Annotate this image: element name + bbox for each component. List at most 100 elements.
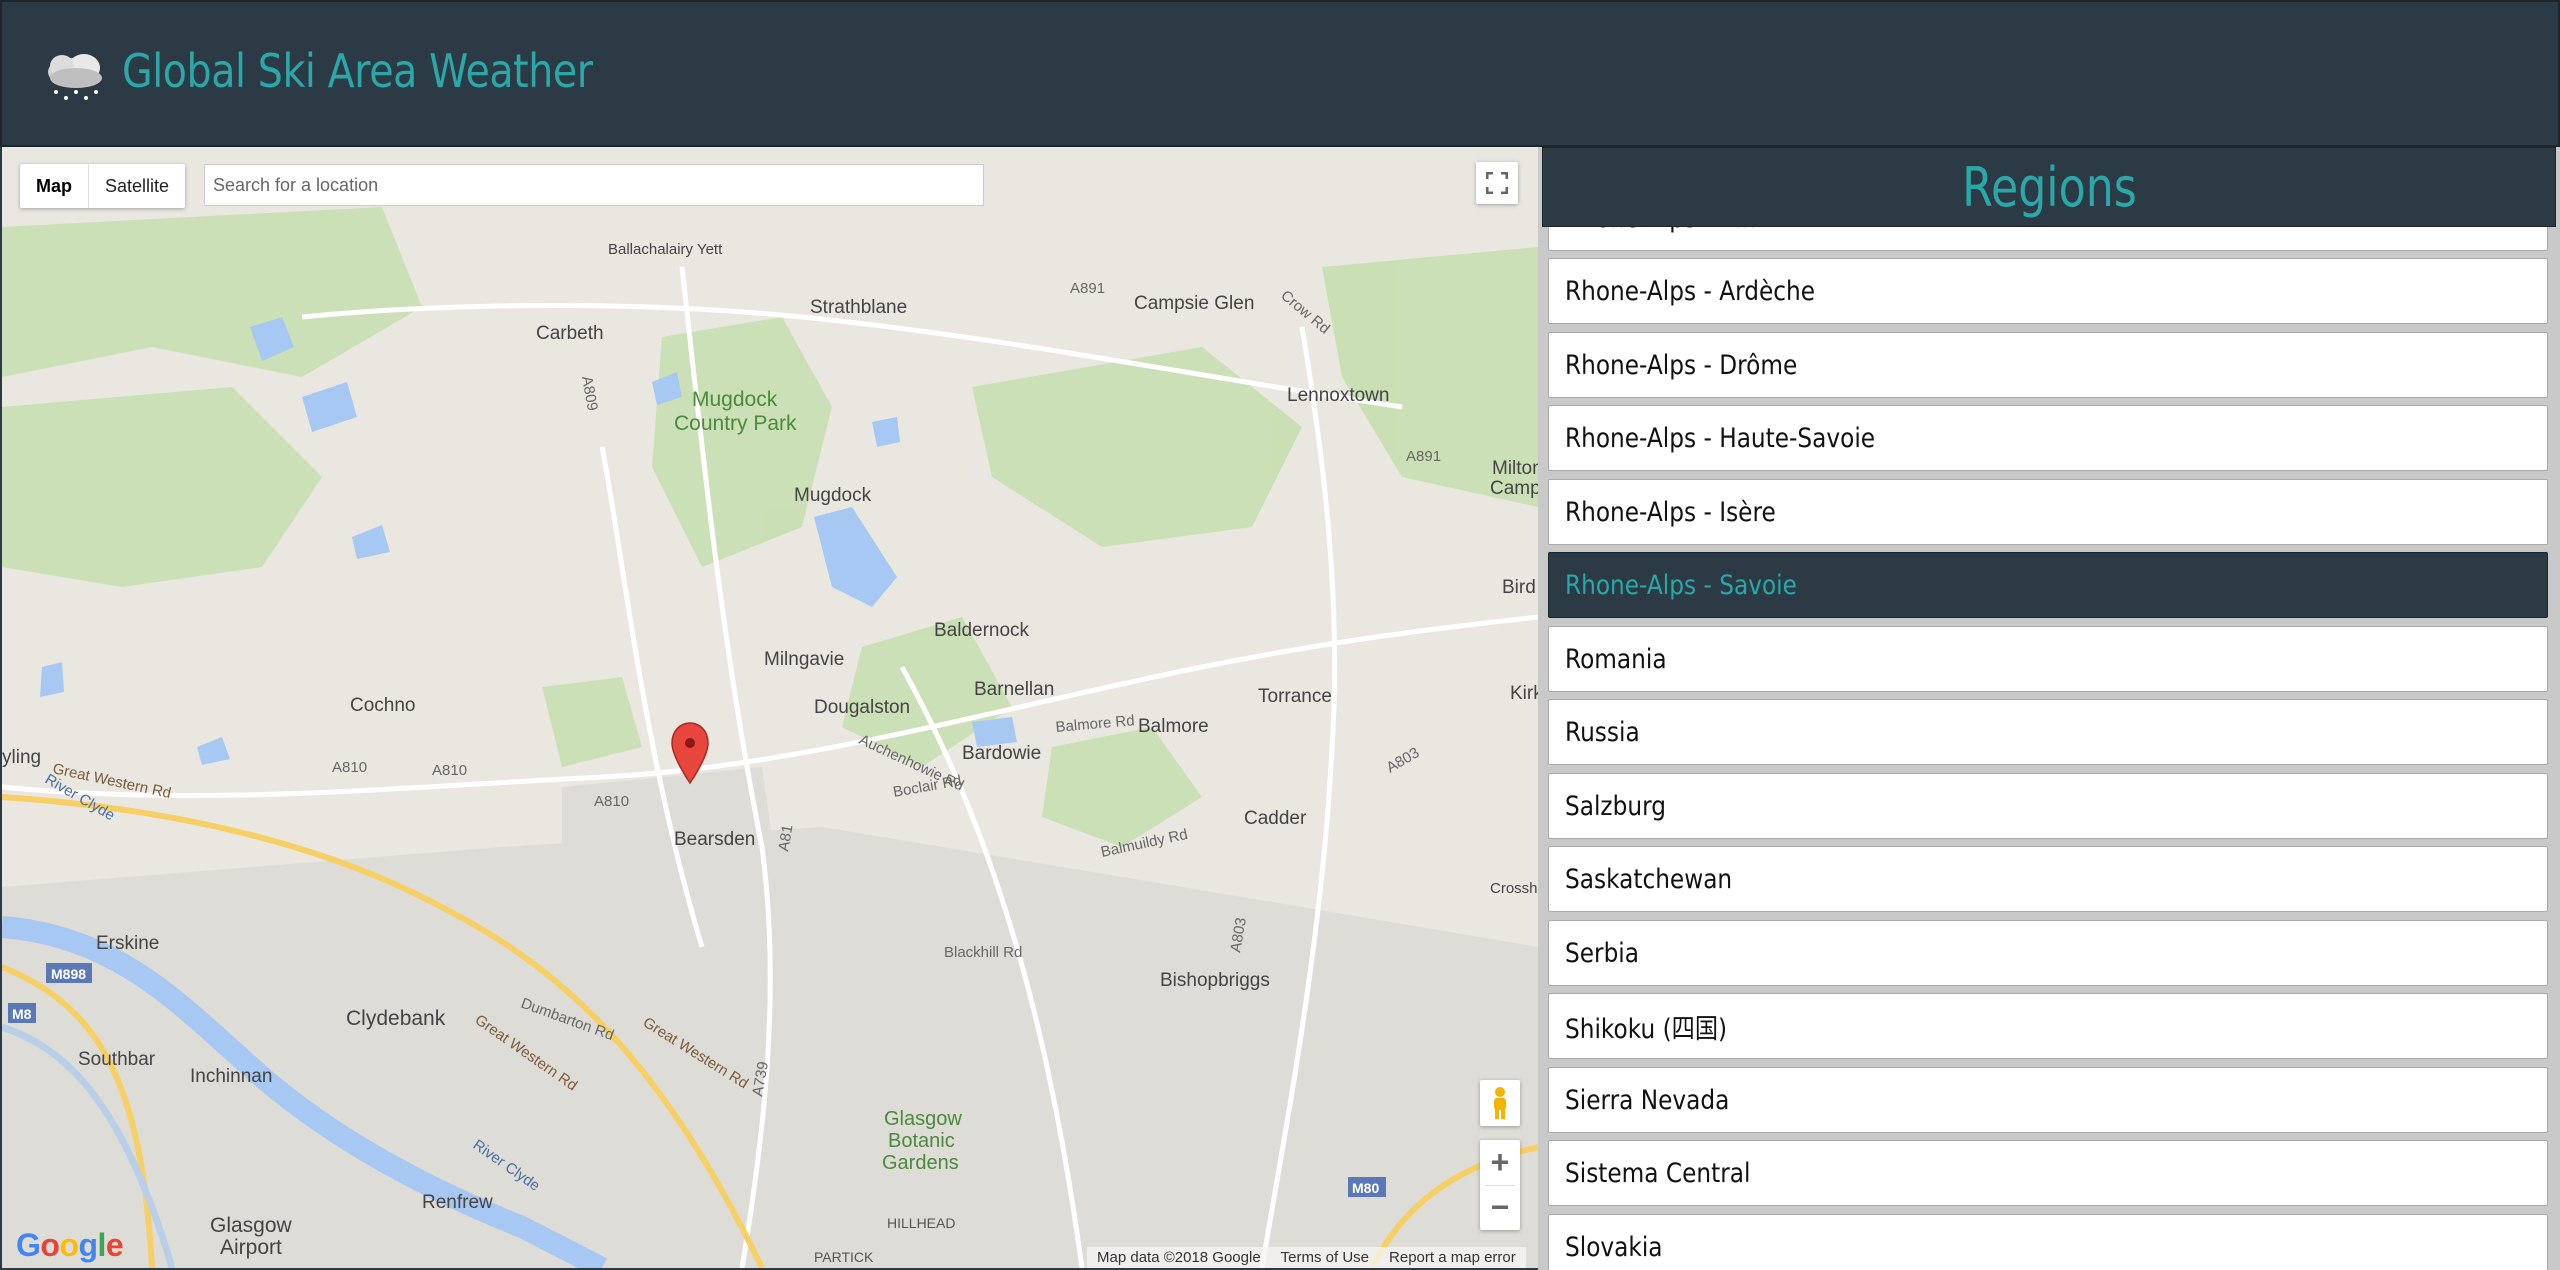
map-attribution: Map data ©2018 Google Terms of Use Repor… (1087, 1247, 1526, 1268)
map-label: Kirki (1510, 683, 1538, 704)
region-item[interactable]: Saskatchewan (1548, 846, 2548, 912)
map-label: Cochno (350, 695, 416, 716)
map-label: Bearsden (674, 829, 755, 850)
map-label: Inchinnan (190, 1066, 272, 1087)
regions-header: Regions (1542, 147, 2556, 227)
map-label: Milton (1492, 458, 1538, 479)
map-label: Baldernock (934, 620, 1030, 641)
map-label: Southbar (78, 1049, 156, 1070)
region-item[interactable]: Slovakia (1548, 1214, 2548, 1270)
region-label: Romania (1565, 643, 1667, 675)
map-label: Lennoxtown (1287, 385, 1389, 406)
pegman-icon (1494, 1087, 1506, 1119)
region-item[interactable]: Rhone-Alps - Ardèche (1548, 258, 2548, 324)
region-label: Russia (1565, 716, 1640, 748)
street-view-pegman[interactable] (1480, 1080, 1520, 1126)
region-label: Rhone-Alps - Ardèche (1565, 275, 1816, 307)
map-type-control: Map Satellite (20, 164, 186, 208)
map-label: Mugdock (692, 388, 778, 411)
region-label: Serbia (1565, 937, 1640, 969)
region-label: Rhone-Alps - Haute-Savoie (1565, 422, 1876, 454)
map-label: HILLHEAD (887, 1215, 955, 1231)
road-label: A891 (1406, 448, 1441, 465)
region-item[interactable]: Russia (1548, 699, 2548, 765)
map-area[interactable]: Ballachalairy Yett Strathblane Campsie G… (2, 147, 1538, 1268)
fullscreen-button[interactable] (1476, 162, 1518, 204)
road-label: A809 (578, 375, 601, 412)
map-label: Bishopbriggs (1160, 970, 1270, 991)
map-label: Botanic (888, 1130, 955, 1152)
region-label: Rhone-Alps - Savoie (1565, 569, 1797, 601)
region-label: Rhone-Alps - Isère (1565, 496, 1776, 528)
region-label: Rhone-Alps - Drôme (1565, 349, 1798, 381)
map-label: Ballachalairy Yett (608, 241, 723, 258)
region-item[interactable]: Rhone-Alps - Drôme (1548, 332, 2548, 398)
location-search-input[interactable] (204, 164, 984, 206)
road-label: A891 (1070, 280, 1105, 297)
region-label: Salzburg (1565, 790, 1666, 822)
map-data-attribution: Map data ©2018 Google (1097, 1249, 1261, 1266)
map-label: Glasgow (210, 1214, 293, 1237)
region-item[interactable]: Sierra Nevada (1548, 1067, 2548, 1133)
map-label: yling (2, 747, 41, 768)
motorway-shield: M8 (12, 1006, 32, 1022)
road-label: A810 (432, 762, 467, 779)
road-label: A803 (1384, 744, 1423, 776)
map-label: Barnellan (974, 679, 1054, 700)
map-label: Bird (1502, 577, 1536, 598)
report-map-error-link[interactable]: Report a map error (1379, 1247, 1526, 1268)
region-item[interactable]: Shikoku (四国) (1548, 993, 2548, 1059)
cloud-snow-icon (48, 54, 102, 100)
road-label: A810 (594, 793, 629, 810)
map-label: PARTICK (814, 1249, 874, 1265)
map-label: Country Park (674, 412, 797, 435)
region-label: Sierra Nevada (1565, 1084, 1730, 1116)
motorway-shield: M80 (1352, 1180, 1379, 1196)
motorway-shield: M898 (51, 966, 86, 982)
zoom-in-button[interactable]: + (1480, 1140, 1520, 1185)
map-label: Torrance (1258, 686, 1332, 707)
map-label: Strathblane (810, 297, 907, 318)
region-item[interactable]: Sistema Central (1548, 1140, 2548, 1206)
road-label: Balmore Rd (1055, 712, 1135, 736)
map-label: Erskine (96, 933, 159, 954)
regions-sidebar[interactable]: Regions Rhone-Alps - Ain Rhone-Alps - Ar… (1538, 147, 2560, 1270)
zoom-out-button[interactable]: − (1480, 1185, 1520, 1230)
region-label: Sistema Central (1565, 1157, 1751, 1189)
terms-of-use-link[interactable]: Terms of Use (1271, 1247, 1379, 1268)
region-item[interactable]: Romania (1548, 626, 2548, 692)
map-label: Campsie Glen (1134, 293, 1254, 314)
road-label: A810 (332, 759, 367, 776)
map-label: Airport (220, 1236, 282, 1259)
road-label: Crow Rd (1277, 287, 1333, 338)
map-type-satellite-button[interactable]: Satellite (89, 164, 185, 208)
map-label: Crosshi (1490, 880, 1538, 897)
google-logo: Google (16, 1227, 124, 1263)
map-label: Clydebank (346, 1007, 446, 1030)
zoom-control: + − (1480, 1140, 1520, 1230)
map-label: Camp (1490, 478, 1538, 499)
map-type-map-button[interactable]: Map (20, 164, 89, 208)
map-label: Gardens (882, 1152, 959, 1174)
map-label: Renfrew (422, 1192, 493, 1213)
map-label: Mugdock (794, 485, 872, 506)
map-canvas[interactable]: Ballachalairy Yett Strathblane Campsie G… (2, 147, 1538, 1268)
region-item[interactable]: Rhone-Alps - Isère (1548, 479, 2548, 545)
app-header: Global Ski Area Weather (0, 0, 2560, 147)
region-item[interactable]: Rhone-Alps - Haute-Savoie (1548, 405, 2548, 471)
region-item[interactable]: Serbia (1548, 920, 2548, 986)
road-label: Blackhill Rd (944, 944, 1022, 961)
map-label: Dougalston (814, 697, 910, 718)
app-title: Global Ski Area Weather (122, 44, 593, 98)
map-label: Glasgow (884, 1108, 962, 1130)
map-label: Milngavie (764, 649, 844, 670)
region-label: Shikoku (四国) (1565, 1013, 1728, 1045)
map-label: Bardowie (962, 743, 1041, 764)
region-item-selected[interactable]: Rhone-Alps - Savoie (1548, 552, 2548, 618)
fullscreen-icon (1486, 172, 1508, 194)
map-label: Balmore (1138, 716, 1209, 737)
map-label: Cadder (1244, 808, 1307, 829)
regions-title: Regions (1961, 155, 2137, 219)
map-label: Carbeth (536, 323, 604, 344)
region-item[interactable]: Salzburg (1548, 773, 2548, 839)
